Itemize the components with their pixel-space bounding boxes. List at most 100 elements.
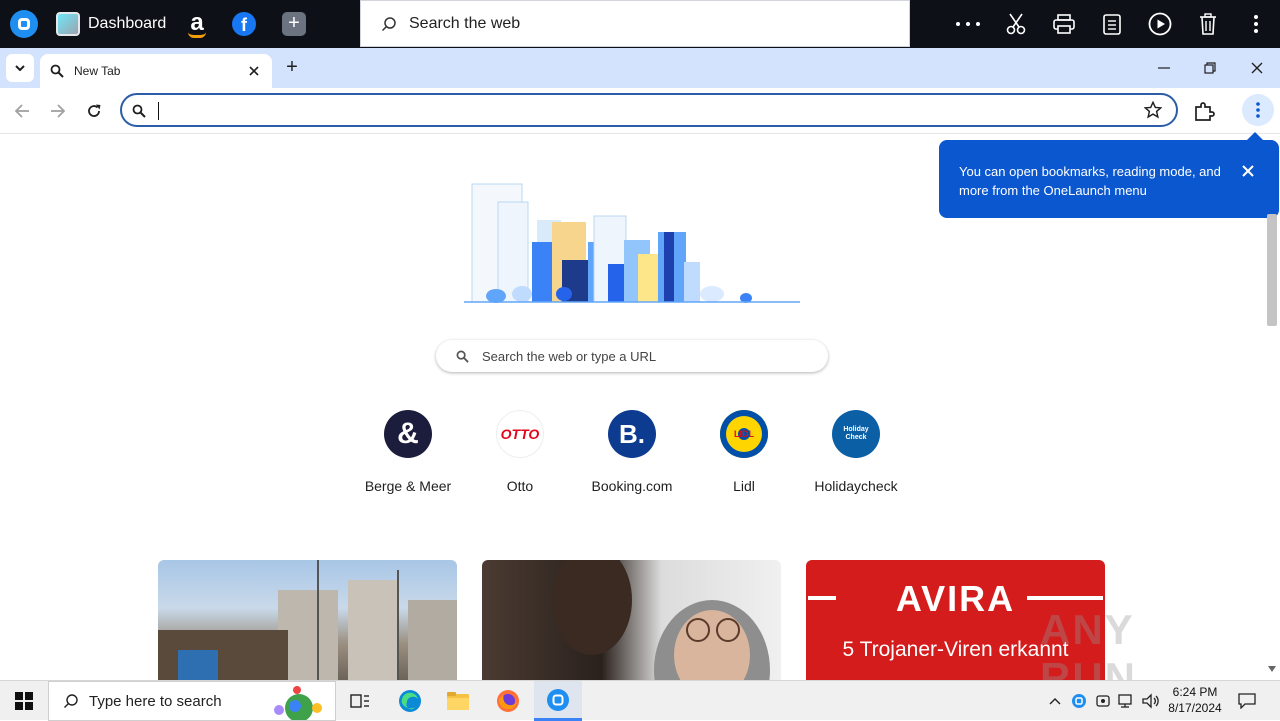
close-icon[interactable] (1241, 164, 1255, 178)
search-icon (132, 104, 146, 118)
task-view-button[interactable] (336, 681, 384, 721)
more-icon[interactable] (944, 0, 992, 48)
printer-icon[interactable] (1040, 0, 1088, 48)
close-tab-icon[interactable] (246, 63, 262, 79)
onelaunch-menu-tip-popup: You can open bookmarks, reading mode, an… (939, 132, 1279, 218)
minimize-icon (1158, 67, 1170, 69)
onelaunch-menu-button[interactable] (1242, 94, 1274, 126)
amazon-icon[interactable]: a (184, 10, 210, 38)
forward-button[interactable] (45, 98, 71, 124)
chevron-down-icon (15, 65, 25, 71)
taskbar-clock[interactable]: 6:24 PM 8/17/2024 (1166, 684, 1224, 716)
search-icon (64, 694, 78, 708)
start-button[interactable] (0, 681, 48, 721)
file-explorer-taskbar-button[interactable] (434, 681, 482, 721)
city-skyline-illustration (464, 183, 800, 303)
shortcut-otto[interactable]: OTTO Otto (464, 410, 576, 494)
tab-search-dropdown-button[interactable] (6, 54, 34, 82)
taskbar-search-placeholder: Type here to search (89, 692, 222, 710)
reload-button[interactable] (81, 98, 107, 124)
security-tray-icon[interactable] (1092, 681, 1114, 721)
volume-tray-icon[interactable] (1140, 681, 1162, 721)
news-photo-street (158, 560, 457, 680)
onelaunch-bar: Dashboard a f + Search the web (0, 0, 1280, 48)
browser-toolbar (0, 88, 1280, 134)
scrollbar-thumb[interactable] (1267, 214, 1277, 326)
close-window-button[interactable] (1234, 48, 1280, 88)
shortcut-booking[interactable]: B. Booking.com (576, 410, 688, 494)
add-app-button[interactable]: + (282, 12, 306, 36)
shortcut-lidl[interactable]: LIDL Lidl (688, 410, 800, 494)
scroll-down-icon[interactable] (1268, 666, 1276, 672)
shortcut-holidaycheck[interactable]: Holiday Check Holidaycheck (800, 410, 912, 494)
text-cursor (158, 102, 159, 120)
scissors-icon[interactable] (992, 0, 1040, 48)
search-icon (456, 350, 469, 363)
arrow-left-icon (14, 104, 29, 118)
popup-text: You can open bookmarks, reading mode, an… (959, 164, 1221, 198)
folder-icon (447, 692, 469, 710)
restore-button[interactable] (1187, 48, 1233, 88)
minimize-button[interactable] (1141, 48, 1187, 88)
ntp-search-input[interactable]: Search the web or type a URL (436, 340, 828, 372)
search-icon (381, 16, 396, 31)
page-scrollbar[interactable] (1266, 214, 1278, 680)
extensions-icon[interactable] (1192, 99, 1216, 123)
notepad-icon[interactable] (1088, 0, 1136, 48)
shortcut-berge-meer[interactable]: & Berge & Meer (352, 410, 464, 494)
onelaunch-search-input[interactable]: Search the web (360, 0, 910, 47)
arrow-right-icon (51, 104, 66, 118)
onelaunch-search-placeholder: Search the web (409, 14, 521, 32)
address-bar-input[interactable] (120, 93, 1178, 127)
berge-meer-icon: & (384, 410, 432, 458)
news-photo-portrait (552, 560, 770, 680)
otto-icon: OTTO (496, 410, 544, 458)
network-tray-icon[interactable] (1116, 681, 1138, 721)
kebab-menu-icon (1256, 102, 1260, 118)
shortcut-label: Lidl (733, 478, 755, 494)
onelaunch-icon (547, 688, 569, 711)
shortcut-label: Holidaycheck (814, 478, 898, 494)
bookmark-star-icon[interactable] (1144, 101, 1162, 119)
holidaycheck-icon: Holiday Check (832, 410, 880, 458)
onelaunch-toolbar (944, 0, 1280, 48)
clock-time: 6:24 PM (1172, 685, 1218, 699)
new-tab-button[interactable]: + (280, 56, 304, 80)
edge-taskbar-button[interactable] (386, 681, 434, 721)
onelaunch-logo-icon[interactable] (10, 10, 38, 38)
play-icon[interactable] (1136, 0, 1184, 48)
onelaunch-tray-icon[interactable] (1068, 681, 1090, 721)
kebab-menu-icon[interactable] (1232, 0, 1280, 48)
tab-new-tab[interactable]: New Tab (40, 54, 272, 88)
dashboard-label: Dashboard (88, 15, 167, 32)
close-icon (1251, 62, 1263, 74)
chevron-up-icon (1049, 698, 1061, 705)
firefox-taskbar-button[interactable] (484, 681, 532, 721)
edge-icon (399, 690, 421, 712)
search-highlight-icon (274, 686, 322, 720)
news-card[interactable] (482, 560, 781, 680)
shortcut-label: Otto (506, 478, 534, 494)
onelaunch-taskbar-button[interactable] (534, 681, 582, 721)
back-button[interactable] (9, 98, 35, 124)
lidl-icon: LIDL (720, 410, 768, 458)
tab-strip: New Tab + (0, 48, 1280, 88)
ntp-search-placeholder: Search the web or type a URL (482, 348, 657, 364)
windows-logo-icon (15, 692, 33, 710)
notifications-button[interactable] (1234, 681, 1260, 721)
facebook-icon[interactable]: f (232, 12, 256, 36)
windows-taskbar: Type here to search 6:24 PM 8/17/2024 (0, 680, 1280, 721)
dashboard-icon (56, 12, 80, 36)
taskbar-search-input[interactable]: Type here to search (48, 681, 336, 721)
search-icon (50, 64, 64, 78)
shortcut-label: Berge & Meer (364, 478, 452, 494)
news-card[interactable] (158, 560, 457, 680)
task-view-icon (350, 694, 369, 708)
dashboard-button[interactable]: Dashboard (56, 12, 166, 36)
trash-icon[interactable] (1184, 0, 1232, 48)
tab-title: New Tab (74, 64, 121, 78)
booking-icon: B. (608, 410, 656, 458)
show-hidden-icons-button[interactable] (1046, 681, 1064, 721)
firefox-icon (497, 690, 519, 712)
clock-date: 8/17/2024 (1168, 701, 1222, 715)
